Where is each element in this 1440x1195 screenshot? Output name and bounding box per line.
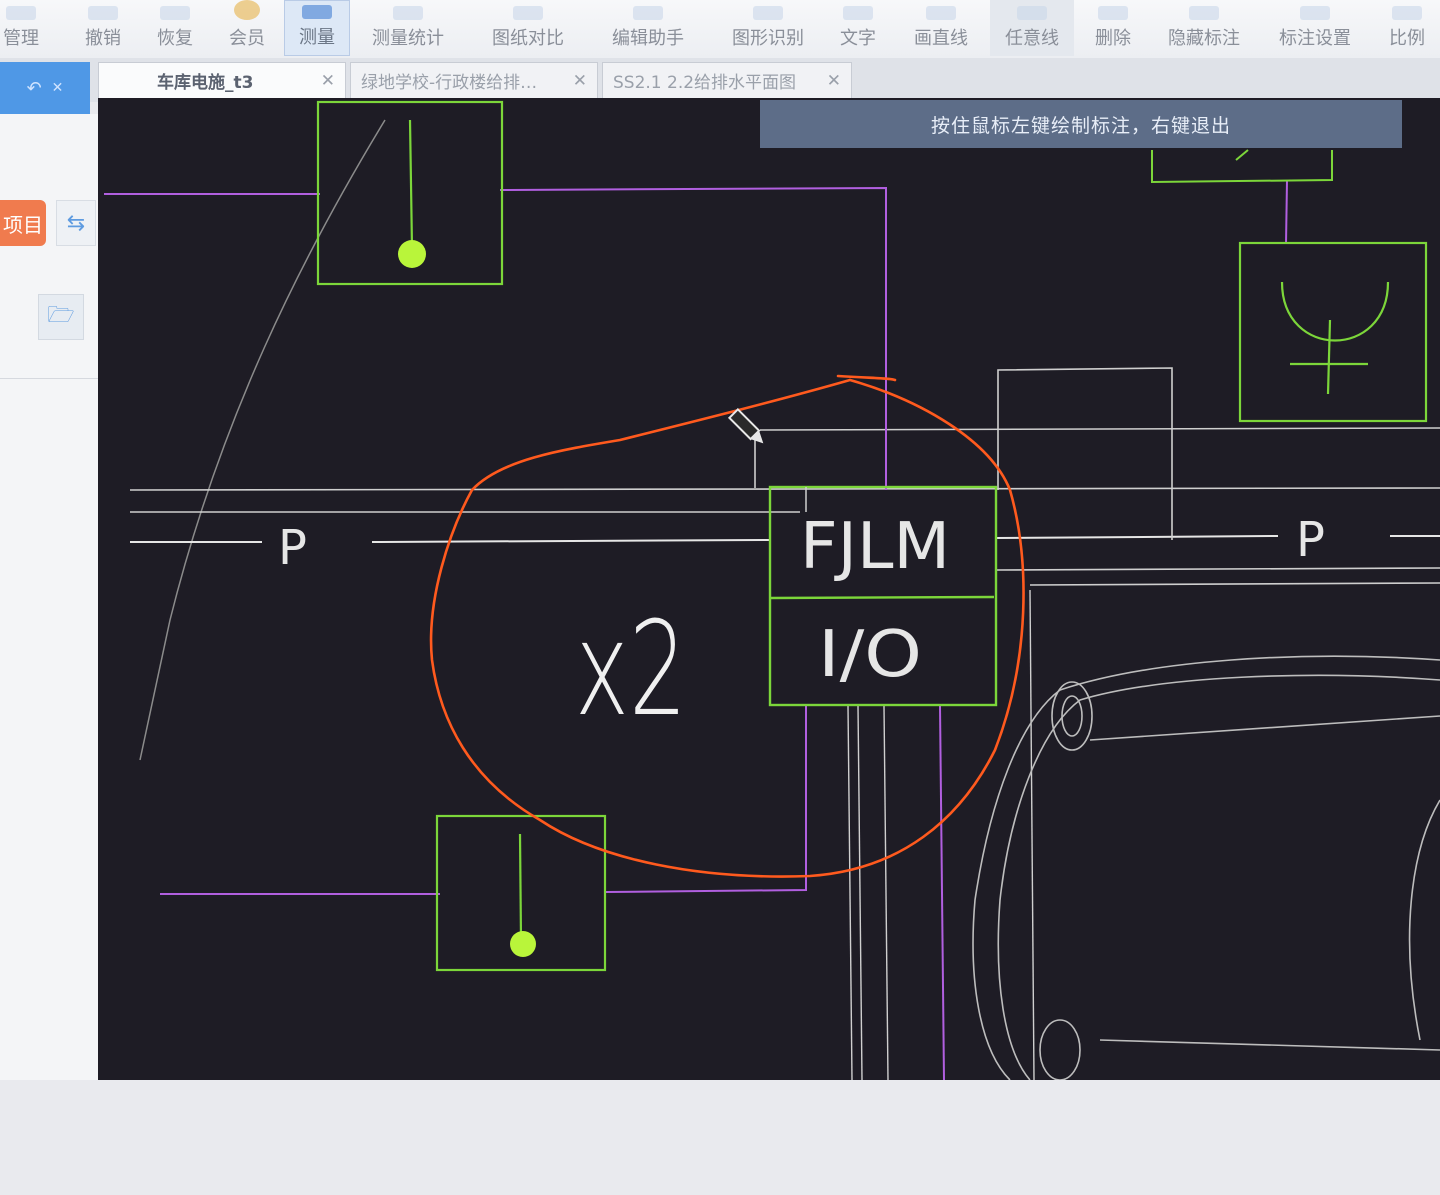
fjlm-box-divider (769, 595, 995, 600)
symbol-fragment (1235, 149, 1249, 161)
sidebar-panel (0, 378, 104, 1195)
edit-icon (633, 6, 663, 20)
pipe-label-left: P (278, 520, 307, 576)
box-label-fjlm: FJLM (800, 510, 950, 584)
project-button[interactable]: 项目 (0, 200, 46, 246)
toolbar-measure-button[interactable]: 测量 (284, 0, 350, 56)
valve-ball (398, 240, 426, 268)
tab-close-icon[interactable]: ✕ (827, 71, 841, 91)
panel-toggle-tab[interactable]: ↶ ✕ (0, 62, 90, 114)
tab-document-3[interactable]: SS2.1 2.2给排水平面图 ✕ (602, 62, 852, 98)
pipe-label-right: P (1296, 512, 1325, 568)
gray-arc-line (139, 119, 386, 761)
settings-icon (1300, 6, 1330, 20)
purple-wire (939, 705, 945, 1080)
purple-wire (499, 186, 887, 490)
shape-icon (753, 6, 783, 20)
quantity-annotation: x2 (575, 593, 687, 745)
toolbar-redo-button[interactable]: 恢复 (148, 0, 202, 56)
pipe-line (1029, 582, 1440, 586)
toolbar-vip-button[interactable]: 会员 (220, 0, 274, 56)
redo-icon (160, 6, 190, 20)
pipe-line (995, 567, 1440, 571)
toolbar-compare-button[interactable]: 图纸对比 (482, 0, 574, 56)
ruler-icon (302, 5, 332, 19)
valve-stem (408, 119, 414, 249)
toolbar-edit-assistant-button[interactable]: 编辑助手 (602, 0, 694, 56)
p-pipe-line (371, 539, 771, 543)
main-toolbar: 管理 撤销 恢复 会员 测量 测量统计 图纸对比 编辑助手 图形识别 文字 画直… (0, 0, 1440, 59)
manage-icon (6, 6, 36, 20)
compare-icon (513, 6, 543, 20)
box-label-io: I/O (818, 618, 922, 692)
eye-icon (1189, 6, 1219, 20)
back-icon: ↶ (26, 77, 42, 99)
sync-icon: ⇆ (66, 210, 86, 236)
vertical-line (847, 705, 853, 1080)
tab-document-1[interactable]: 车库电施_t3 ✕ (98, 62, 346, 98)
scale-icon (1392, 6, 1422, 20)
drawing-hint-banner: 按住鼠标左键绘制标注，右键退出 (760, 100, 1402, 148)
close-icon[interactable]: ✕ (52, 80, 64, 96)
tab-close-icon[interactable]: ✕ (321, 71, 335, 91)
sink-symbol (1280, 281, 1390, 342)
vertical-line (1029, 589, 1035, 1080)
sync-button[interactable]: ⇆ (56, 200, 96, 246)
open-folder-button[interactable]: 🗁 (38, 294, 84, 340)
sink-symbol-box (1238, 241, 1428, 423)
toolbar-hide-markup-button[interactable]: 隐藏标注 (1160, 0, 1248, 56)
p-pipe-line (995, 535, 1279, 539)
pencil-cursor-icon (727, 407, 764, 444)
freehand-markup (429, 374, 1025, 878)
left-sidebar (0, 114, 105, 1080)
vip-icon (234, 0, 260, 20)
freehand-icon (1017, 6, 1047, 20)
delete-icon (1098, 6, 1128, 20)
equipment-sketch (972, 655, 1440, 1080)
valve-ball (510, 931, 536, 957)
pipe-line (129, 487, 1440, 491)
drawing-canvas[interactable]: P P FJLM I/O x2 按住鼠标左键绘制标注，右键退出 (98, 98, 1440, 1080)
vertical-line (857, 705, 863, 1080)
outline-box (997, 367, 1173, 540)
valve-stem (518, 833, 523, 941)
toolbar-line-button[interactable]: 画直线 (904, 0, 978, 56)
toolbar-scale-button[interactable]: 比例 (1380, 0, 1434, 56)
vertical-line (883, 705, 889, 1080)
purple-wire (1285, 179, 1288, 245)
tab-document-2[interactable]: 绿地学校-行政楼给排… ✕ (350, 62, 598, 98)
undo-icon (88, 6, 118, 20)
toolbar-freehand-button[interactable]: 任意线 (990, 0, 1074, 56)
toolbar-undo-button[interactable]: 撤销 (76, 0, 130, 56)
sink-symbol (1326, 319, 1332, 395)
stats-icon (393, 6, 423, 20)
toolbar-manage-button[interactable]: 管理 (0, 0, 46, 56)
toolbar-shape-recognition-button[interactable]: 图形识别 (722, 0, 814, 56)
tab-close-icon[interactable]: ✕ (573, 71, 587, 91)
toolbar-text-button[interactable]: 文字 (830, 0, 886, 56)
toolbar-markup-settings-button[interactable]: 标注设置 (1270, 0, 1360, 56)
folder-icon: 🗁 (47, 303, 75, 328)
pipe-line (759, 427, 1440, 431)
text-icon (843, 6, 873, 20)
toolbar-delete-button[interactable]: 删除 (1086, 0, 1140, 56)
line-icon (926, 6, 956, 20)
toolbar-measure-stats-button[interactable]: 测量统计 (362, 0, 454, 56)
